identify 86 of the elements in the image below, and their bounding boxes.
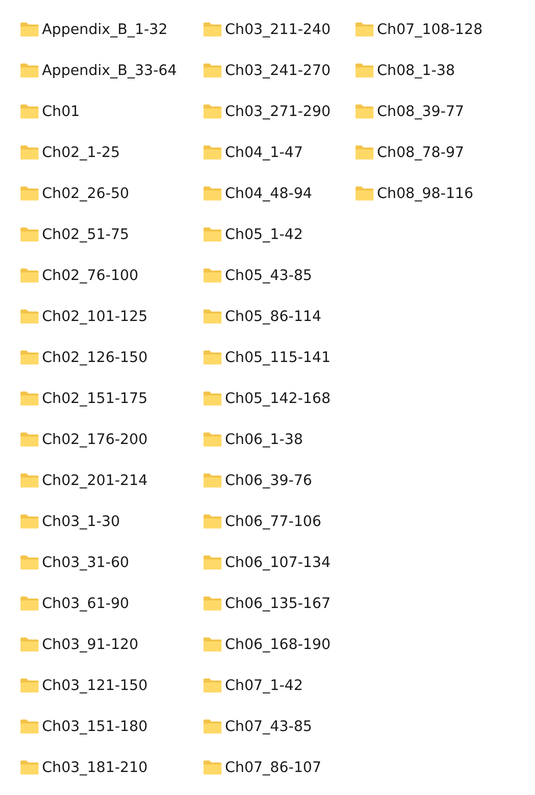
folder-icon bbox=[20, 760, 39, 775]
folder-icon bbox=[203, 104, 222, 119]
folder-item[interactable]: Ch05_1-42 bbox=[203, 214, 355, 255]
folder-icon bbox=[20, 227, 39, 242]
folder-icon bbox=[355, 22, 374, 37]
folder-item[interactable]: Ch07_108-128 bbox=[355, 9, 535, 50]
folder-item[interactable]: Ch05_43-85 bbox=[203, 255, 355, 296]
folder-item[interactable]: Ch05_115-141 bbox=[203, 337, 355, 378]
folder-item[interactable]: Ch08_39-77 bbox=[355, 91, 535, 132]
folder-icon bbox=[203, 391, 222, 406]
folder-icon bbox=[355, 104, 374, 119]
folder-item[interactable]: Ch04_1-47 bbox=[203, 132, 355, 173]
folder-item[interactable]: Ch01 bbox=[20, 91, 203, 132]
folder-item[interactable]: Ch07_86-107 bbox=[203, 747, 355, 788]
folder-item[interactable]: Ch02_76-100 bbox=[20, 255, 203, 296]
folder-icon bbox=[20, 186, 39, 201]
folder-item[interactable]: Ch03_241-270 bbox=[203, 50, 355, 91]
folder-icon bbox=[20, 555, 39, 570]
folder-icon bbox=[20, 391, 39, 406]
folder-item[interactable]: Ch05_142-168 bbox=[203, 378, 355, 419]
folder-icon bbox=[20, 104, 39, 119]
folder-icon bbox=[203, 186, 222, 201]
folder-icon bbox=[203, 596, 222, 611]
folder-icon bbox=[203, 227, 222, 242]
folder-icon bbox=[203, 678, 222, 693]
folder-item[interactable]: Ch08_1-38 bbox=[355, 50, 535, 91]
folder-icon bbox=[20, 473, 39, 488]
folder-item[interactable]: Ch02_176-200 bbox=[20, 419, 203, 460]
folder-item[interactable]: Ch06_1-38 bbox=[203, 419, 355, 460]
folder-item[interactable]: Ch02_26-50 bbox=[20, 173, 203, 214]
folder-icon bbox=[203, 719, 222, 734]
folder-item[interactable]: Ch03_61-90 bbox=[20, 583, 203, 624]
folder-icon bbox=[20, 309, 39, 324]
folder-item[interactable]: Ch03_181-210 bbox=[20, 747, 203, 788]
folder-item[interactable]: Ch08_78-97 bbox=[355, 132, 535, 173]
folder-icon bbox=[203, 760, 222, 775]
folder-icon bbox=[203, 473, 222, 488]
folder-icon bbox=[20, 719, 39, 734]
folder-item[interactable]: Ch02_151-175 bbox=[20, 378, 203, 419]
folder-item[interactable]: Appendix_B_1-32 bbox=[20, 9, 203, 50]
folder-item[interactable]: Ch06_168-190 bbox=[203, 624, 355, 665]
folder-item[interactable]: Ch02_101-125 bbox=[20, 296, 203, 337]
folder-item[interactable]: Ch07_43-85 bbox=[203, 706, 355, 747]
folder-icon bbox=[203, 350, 222, 365]
folder-icon bbox=[355, 145, 374, 160]
folder-item[interactable]: Ch03_1-30 bbox=[20, 501, 203, 542]
folder-icon bbox=[20, 268, 39, 283]
folder-icon bbox=[355, 186, 374, 201]
folder-icon bbox=[203, 22, 222, 37]
folder-item[interactable]: Ch03_121-150 bbox=[20, 665, 203, 706]
folder-icon bbox=[20, 514, 39, 529]
folder-icon bbox=[203, 145, 222, 160]
folder-item[interactable]: Ch05_86-114 bbox=[203, 296, 355, 337]
folder-icon bbox=[20, 350, 39, 365]
folder-icon bbox=[203, 514, 222, 529]
folder-icon bbox=[203, 309, 222, 324]
folder-icon bbox=[20, 596, 39, 611]
folder-item[interactable]: Ch06_107-134 bbox=[203, 542, 355, 583]
folder-item[interactable]: Ch06_77-106 bbox=[203, 501, 355, 542]
folder-icon bbox=[203, 637, 222, 652]
folder-icon bbox=[20, 432, 39, 447]
folder-item[interactable]: Ch06_39-76 bbox=[203, 460, 355, 501]
folder-icon bbox=[355, 63, 374, 78]
folder-item[interactable]: Ch03_211-240 bbox=[203, 9, 355, 50]
folder-icon bbox=[203, 63, 222, 78]
folder-item[interactable]: Ch07_1-42 bbox=[203, 665, 355, 706]
folder-icon bbox=[20, 145, 39, 160]
folder-item[interactable]: Ch08_98-116 bbox=[355, 173, 535, 214]
folder-icon bbox=[203, 432, 222, 447]
folder-item[interactable]: Ch02_126-150 bbox=[20, 337, 203, 378]
folder-icon bbox=[203, 268, 222, 283]
folder-icon bbox=[20, 678, 39, 693]
folder-item[interactable]: Appendix_B_33-64 bbox=[20, 50, 203, 91]
folder-icon bbox=[20, 63, 39, 78]
folder-icon bbox=[20, 22, 39, 37]
folder-item[interactable]: Ch03_31-60 bbox=[20, 542, 203, 583]
folder-item[interactable]: Ch02_51-75 bbox=[20, 214, 203, 255]
folder-item[interactable]: Ch03_271-290 bbox=[203, 91, 355, 132]
folder-icon bbox=[203, 555, 222, 570]
folder-item[interactable]: Ch03_151-180 bbox=[20, 706, 203, 747]
folder-item[interactable]: Ch02_1-25 bbox=[20, 132, 203, 173]
folder-item[interactable]: Ch04_48-94 bbox=[203, 173, 355, 214]
folder-item[interactable]: Ch06_135-167 bbox=[203, 583, 355, 624]
folder-item[interactable]: Ch02_201-214 bbox=[20, 460, 203, 501]
folder-icon bbox=[20, 637, 39, 652]
folder-item[interactable]: Ch03_91-120 bbox=[20, 624, 203, 665]
